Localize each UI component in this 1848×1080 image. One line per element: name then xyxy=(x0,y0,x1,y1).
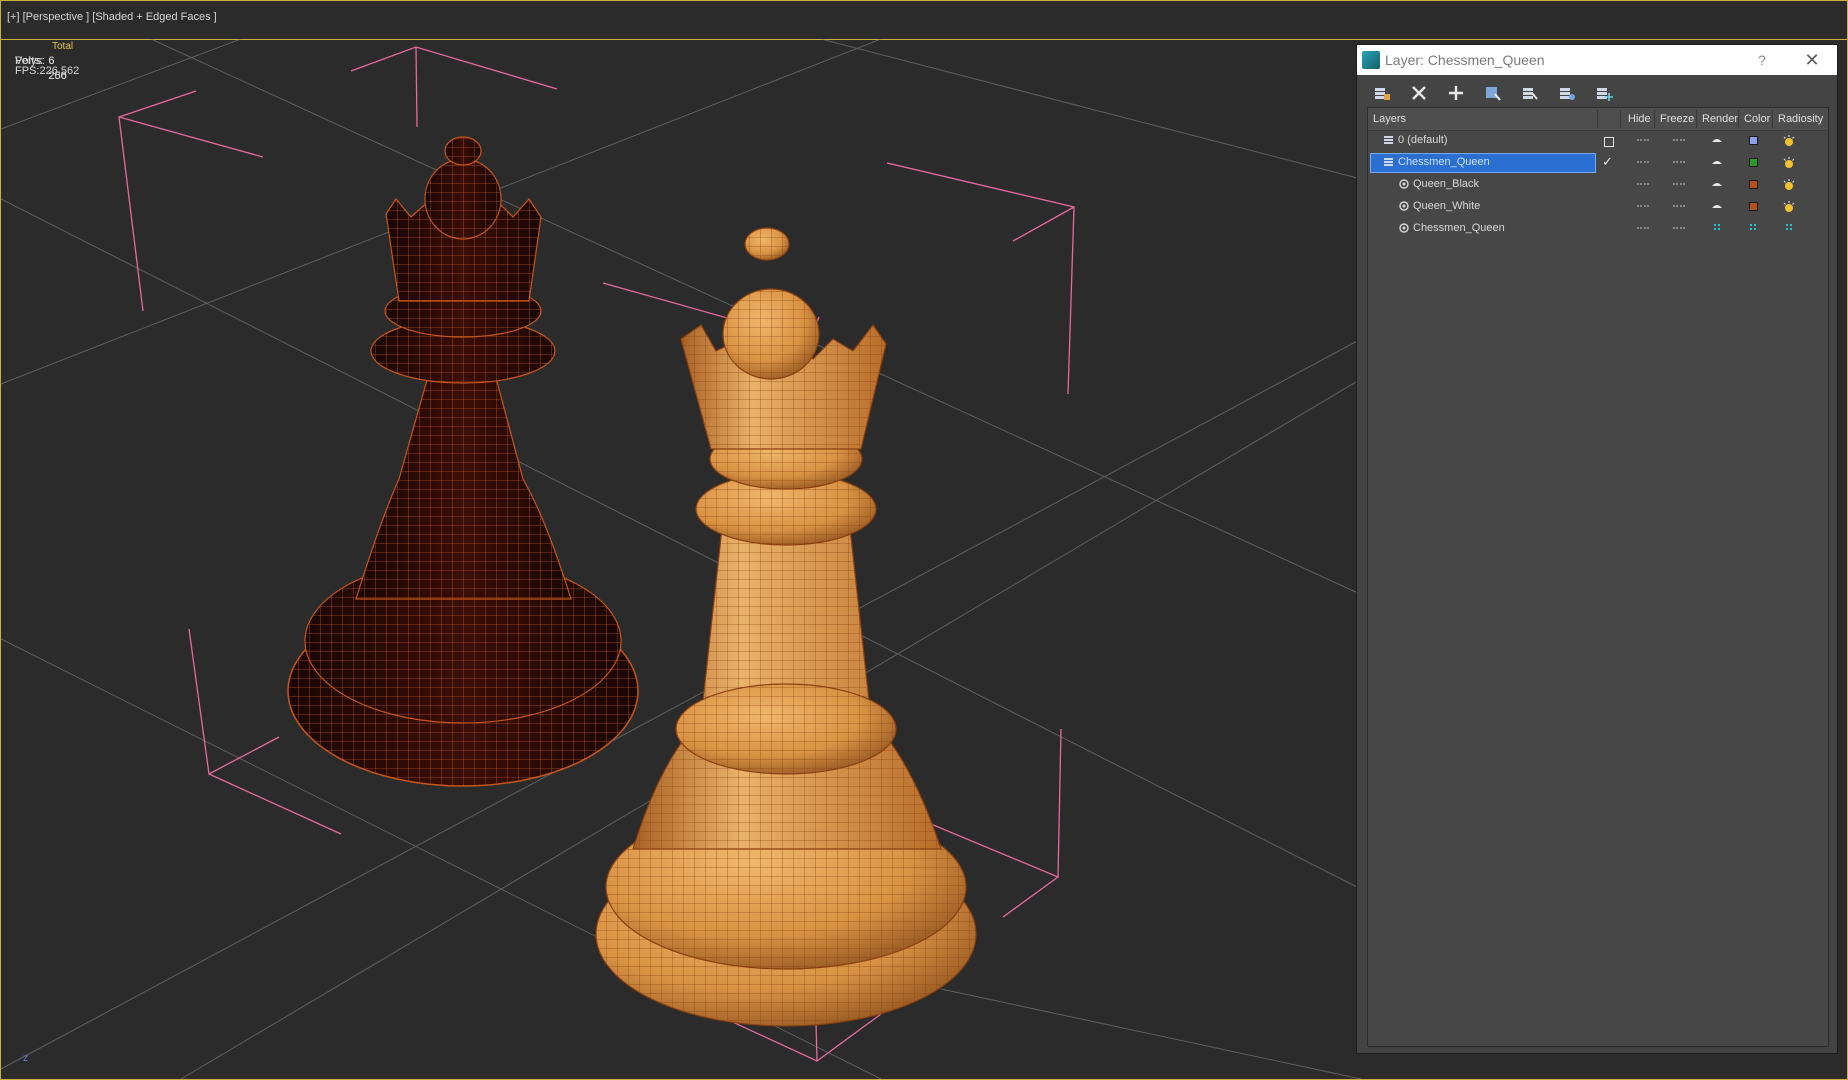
radiosity-sun-icon[interactable] xyxy=(1782,134,1796,146)
teapot-render-icon[interactable] xyxy=(1711,200,1723,212)
layer-dialog[interactable]: Layer: Chessmen_Queen ? ✕ Layers Hide Fr… xyxy=(1356,44,1838,1054)
dialog-title: Layer: Chessmen_Queen xyxy=(1385,52,1545,68)
object-row-chessmen-queen[interactable]: Chessmen_Queen xyxy=(1368,218,1828,240)
column-header: Layers Hide Freeze Render Color Radiosit… xyxy=(1368,108,1828,131)
object-name[interactable]: Queen_Black xyxy=(1413,178,1479,190)
select-objects-icon[interactable] xyxy=(1482,82,1504,104)
app-icon xyxy=(1362,51,1380,69)
layer-name[interactable]: 0 (default) xyxy=(1398,134,1448,146)
hide-toggle[interactable] xyxy=(1637,139,1649,141)
radiosity-dots-icon[interactable] xyxy=(1786,224,1794,232)
fps-value: 226,562 xyxy=(39,65,80,77)
freeze-toggle[interactable] xyxy=(1673,205,1685,207)
col-render[interactable]: Render xyxy=(1702,113,1738,125)
add-to-layer-icon[interactable] xyxy=(1445,82,1467,104)
hide-toggle[interactable] xyxy=(1637,227,1649,229)
object-icon xyxy=(1399,201,1409,211)
radiosity-sun-icon[interactable] xyxy=(1782,200,1796,212)
radiosity-sun-icon[interactable] xyxy=(1782,156,1796,168)
close-button[interactable]: ✕ xyxy=(1787,50,1837,71)
help-button[interactable]: ? xyxy=(1737,52,1787,68)
teapot-render-icon[interactable] xyxy=(1711,134,1723,146)
object-icon xyxy=(1399,223,1409,233)
object-name[interactable]: Chessmen_Queen xyxy=(1413,222,1505,234)
object-row-queen-black[interactable]: Queen_Black xyxy=(1368,174,1828,196)
object-row-queen-white[interactable]: Queen_White xyxy=(1368,196,1828,218)
radiosity-sun-icon[interactable] xyxy=(1782,178,1796,190)
current-layer-checkbox[interactable] xyxy=(1604,137,1614,147)
col-hide[interactable]: Hide xyxy=(1628,113,1651,125)
delete-layer-icon[interactable] xyxy=(1408,82,1430,104)
hide-all-icon[interactable] xyxy=(1556,82,1578,104)
object-name[interactable]: Queen_White xyxy=(1413,200,1480,212)
col-radiosity[interactable]: Radiosity xyxy=(1778,113,1823,125)
object-icon xyxy=(1399,179,1409,189)
dialog-titlebar[interactable]: Layer: Chessmen_Queen ? ✕ xyxy=(1357,45,1837,75)
col-color[interactable]: Color xyxy=(1744,113,1770,125)
teapot-render-icon[interactable] xyxy=(1711,156,1723,168)
hide-toggle[interactable] xyxy=(1637,183,1649,185)
color-swatch[interactable] xyxy=(1749,180,1758,189)
freeze-all-icon[interactable] xyxy=(1593,82,1615,104)
freeze-toggle[interactable] xyxy=(1673,227,1685,229)
col-freeze[interactable]: Freeze xyxy=(1660,113,1694,125)
viewport-label[interactable]: [+] [Perspective ] [Shaded + Edged Faces… xyxy=(7,11,217,23)
hide-toggle[interactable] xyxy=(1637,205,1649,207)
current-layer-check-icon[interactable]: ✓ xyxy=(1602,154,1613,170)
stats-header: Total xyxy=(52,41,74,52)
color-dots-icon[interactable] xyxy=(1750,224,1758,232)
color-swatch[interactable] xyxy=(1749,202,1758,211)
fps-label: FPS: xyxy=(15,65,40,77)
layer-row-default[interactable]: 0 (default) xyxy=(1368,130,1828,152)
queen-white-model[interactable] xyxy=(595,227,977,1027)
color-swatch[interactable] xyxy=(1749,136,1758,145)
axis-gizmo: z xyxy=(23,1053,28,1064)
col-layers[interactable]: Layers xyxy=(1373,113,1406,125)
layer-icon xyxy=(1384,158,1393,166)
teapot-render-icon[interactable] xyxy=(1711,178,1723,190)
render-dots-icon[interactable] xyxy=(1714,224,1722,232)
viewport-statistics: Total Polys: 6 256 Verts: 6 260 FPS: 226,56… xyxy=(15,39,79,82)
layer-name[interactable]: Chessmen_Queen xyxy=(1398,156,1490,168)
hide-toggle[interactable] xyxy=(1637,161,1649,163)
freeze-toggle[interactable] xyxy=(1673,139,1685,141)
select-layer-icon[interactable] xyxy=(1519,82,1541,104)
layer-row-chessmen-queen[interactable]: Chessmen_Queen ✓ xyxy=(1368,152,1828,174)
color-swatch[interactable] xyxy=(1749,158,1758,167)
queen-black-model[interactable] xyxy=(287,136,639,787)
freeze-toggle[interactable] xyxy=(1673,183,1685,185)
freeze-toggle[interactable] xyxy=(1673,161,1685,163)
layer-list-panel[interactable]: Layers Hide Freeze Render Color Radiosit… xyxy=(1367,107,1829,1047)
layer-toolbar xyxy=(1371,79,1615,107)
layer-icon xyxy=(1384,136,1393,144)
create-layer-icon[interactable] xyxy=(1371,82,1393,104)
